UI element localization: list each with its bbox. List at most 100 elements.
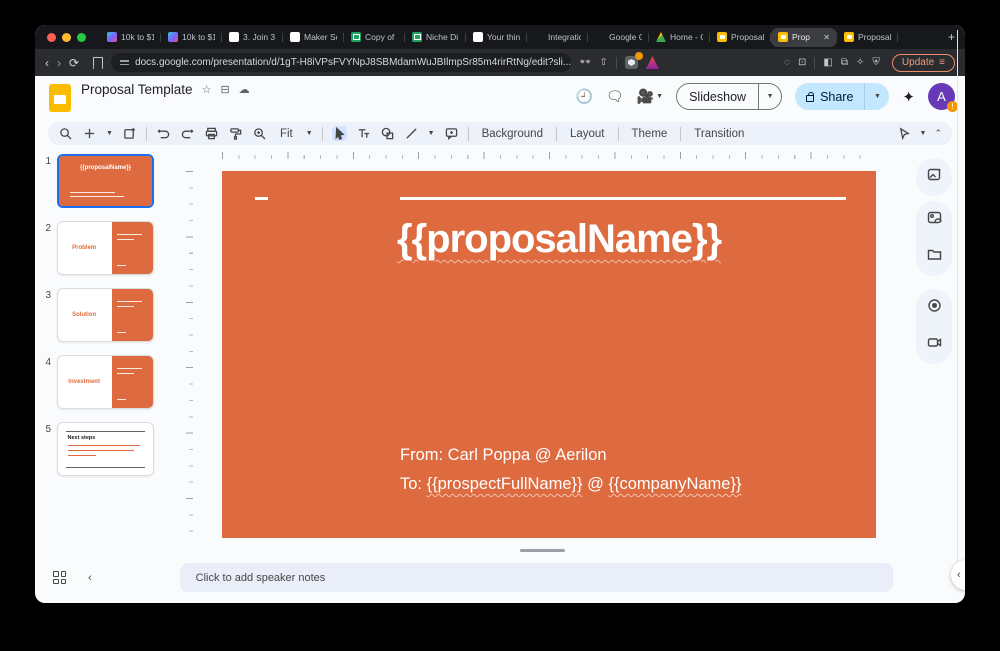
insert-comment-icon[interactable] <box>444 126 459 141</box>
url-field[interactable]: docs.google.com/presentation/d/1gT-H8iVP… <box>111 53 571 72</box>
chevron-down-icon[interactable]: ▼ <box>920 130 927 137</box>
browser-tab[interactable]: Copy of ✕ <box>344 25 405 49</box>
reload-icon[interactable]: ⟳ <box>69 56 79 70</box>
slideshow-button[interactable]: Slideshow ▼ <box>676 83 782 110</box>
reader-mode-icon[interactable]: 👓 <box>579 57 591 68</box>
slide-editor[interactable]: {{proposalName}} From: Carl Poppa @ Aeri… <box>222 171 876 538</box>
gemini-icon[interactable]: ✦ <box>902 88 915 106</box>
document-title[interactable]: Proposal Template <box>81 82 193 97</box>
zoom-fit-dropdown[interactable]: Fit <box>276 126 297 142</box>
zoom-window-button[interactable] <box>77 33 86 42</box>
browser-tab[interactable]: Proposal ✕ <box>710 25 771 49</box>
extension-adblock-icon[interactable]: 2 <box>646 56 659 69</box>
browser-tab[interactable]: Niche Di ✕ <box>405 25 466 49</box>
redo-icon[interactable] <box>180 126 195 141</box>
close-window-button[interactable] <box>47 33 56 42</box>
menu-item[interactable] <box>141 98 153 102</box>
menu-item[interactable] <box>156 98 168 102</box>
lasso-icon[interactable]: ◌ <box>784 57 790 68</box>
sidebar-toggle-icon[interactable]: ◧ <box>823 57 832 68</box>
screenshot-icon[interactable]: ⊡ <box>798 57 806 68</box>
grid-view-icon[interactable] <box>53 571 66 584</box>
slide-thumbnail[interactable]: Problem Problem <box>57 221 154 275</box>
forward-icon[interactable]: › <box>57 56 61 70</box>
wand-icon[interactable]: ✧ <box>856 57 864 68</box>
browser-tab[interactable]: 3. Join 3 ✕ <box>222 25 283 49</box>
share-page-icon[interactable]: ⇧ <box>600 57 608 68</box>
image-generate-icon[interactable] <box>927 167 942 187</box>
browser-tab[interactable]: Maker Sc ✕ <box>283 25 344 49</box>
menu-item[interactable] <box>186 98 198 102</box>
minimize-window-button[interactable] <box>62 33 71 42</box>
back-icon[interactable]: ‹ <box>45 56 49 70</box>
new-slide-button[interactable] <box>82 126 97 141</box>
search-icon[interactable] <box>58 126 73 141</box>
pointer-mode-icon[interactable] <box>897 126 912 141</box>
layout-button[interactable]: Layout <box>566 126 609 142</box>
browser-tab[interactable]: 10k to $1 ✕ <box>161 25 222 49</box>
chevron-down-icon[interactable]: ▼ <box>874 93 881 100</box>
chevron-down-icon[interactable]: ▼ <box>106 130 113 137</box>
print-icon[interactable] <box>204 126 219 141</box>
cloud-status-icon[interactable]: ☁ <box>239 83 250 96</box>
slides-logo[interactable] <box>49 84 71 112</box>
share-button[interactable]: Share ▼ <box>795 83 889 110</box>
chevron-down-icon[interactable]: ▼ <box>767 93 774 100</box>
chevron-down-icon[interactable]: ▼ <box>428 130 435 137</box>
paint-format-icon[interactable] <box>228 126 243 141</box>
version-history-icon[interactable]: 🕘 <box>575 88 592 105</box>
move-folder-icon[interactable]: ⊟ <box>220 83 229 96</box>
new-tab-button[interactable]: + <box>938 30 965 44</box>
menu-item[interactable] <box>216 98 228 102</box>
textbox-tool[interactable] <box>356 126 371 141</box>
browser-tab[interactable]: Google C ✕ <box>588 25 649 49</box>
slide-body-textbox[interactable]: From: Carl Poppa @ Aerilon To: {{prospec… <box>400 441 741 499</box>
menu-item[interactable] <box>126 98 138 102</box>
tab-close-icon[interactable]: ✕ <box>823 33 830 42</box>
slide-title-textbox[interactable]: {{proposalName}} <box>397 217 721 262</box>
extension-password-icon[interactable] <box>625 56 638 69</box>
menu-item[interactable] <box>96 98 108 102</box>
line-tool[interactable] <box>404 126 419 141</box>
privacy-shield-icon[interactable]: ⛨ <box>872 57 880 68</box>
browser-tab[interactable]: Proposal ✕ <box>837 25 898 49</box>
theme-button[interactable]: Theme <box>628 126 672 142</box>
select-tool[interactable] <box>332 126 347 141</box>
shapes-tool[interactable] <box>380 126 395 141</box>
site-settings-icon[interactable] <box>120 60 129 64</box>
undo-icon[interactable] <box>156 126 171 141</box>
folder-icon[interactable] <box>927 247 942 267</box>
slide-thumbnail[interactable]: Solution Solution <box>57 288 154 342</box>
menu-item[interactable] <box>171 98 183 102</box>
record-icon[interactable] <box>927 298 942 318</box>
speaker-notes-input[interactable]: Click to add speaker notes <box>180 563 893 592</box>
slide-thumbnail[interactable]: {{proposalName}} <box>57 154 154 208</box>
browser-tab[interactable]: 10k to $1 ✕ <box>100 25 161 49</box>
comments-icon[interactable]: 🗨 <box>606 88 624 105</box>
horizontal-scrollbar[interactable] <box>520 549 565 552</box>
collapse-filmstrip-icon[interactable]: ‹ <box>88 572 92 584</box>
meet-button[interactable]: 🎥▼ <box>637 88 663 105</box>
avatar[interactable]: A ! <box>928 83 955 110</box>
video-camera-icon[interactable] <box>927 335 942 355</box>
menu-item[interactable] <box>201 98 213 102</box>
slide-thumbnail[interactable]: Next steps Next steps <box>57 422 154 476</box>
chevron-down-icon[interactable]: ▼ <box>306 130 313 137</box>
zoom-icon[interactable] <box>252 126 267 141</box>
photos-icon[interactable] <box>927 210 942 230</box>
slide-thumbnail[interactable]: Investment Investment <box>57 355 154 409</box>
templates-icon[interactable] <box>122 126 137 141</box>
menu-item[interactable] <box>81 98 93 102</box>
transition-button[interactable]: Transition <box>690 126 748 142</box>
browser-tab[interactable]: Prop ✕ <box>771 28 837 47</box>
update-button[interactable]: Update≡ <box>892 54 955 72</box>
bookmark-icon[interactable] <box>93 57 103 69</box>
background-button[interactable]: Background <box>478 126 547 142</box>
collapse-toolbar-icon[interactable]: ⌃ <box>934 128 942 139</box>
picture-in-picture-icon[interactable]: ⧉ <box>841 57 848 68</box>
browser-tab[interactable]: Home - C ✕ <box>649 25 710 49</box>
star-icon[interactable]: ☆ <box>202 83 212 96</box>
browser-tab[interactable]: Integratio ✕ <box>527 25 588 49</box>
menu-item[interactable] <box>111 98 123 102</box>
browser-tab[interactable]: Your thin ✕ <box>466 25 527 49</box>
